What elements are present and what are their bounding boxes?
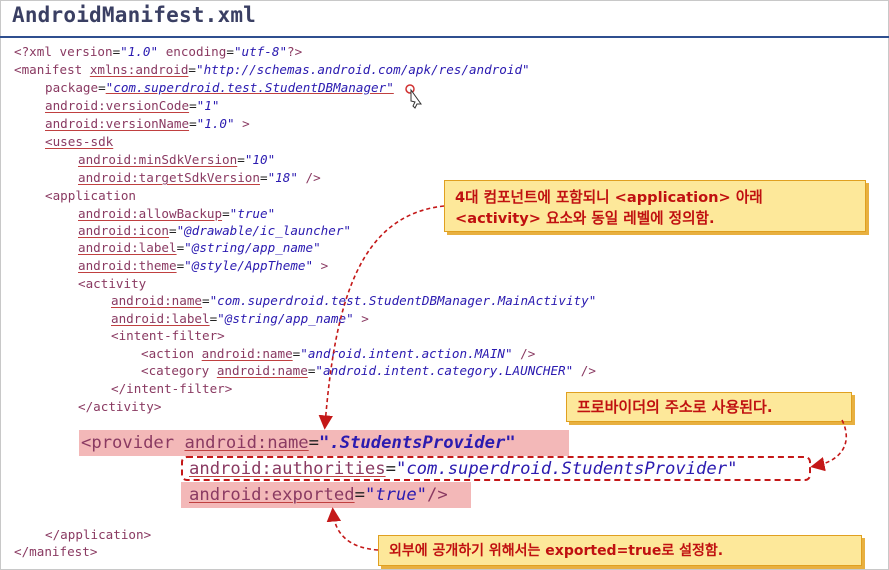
- annotation-arrows: [318, 205, 847, 551]
- mouse-cursor-icon: [405, 84, 422, 109]
- arrow-to-provider: [318, 205, 445, 430]
- arrow-to-authorities: [810, 419, 847, 472]
- arrow-to-exported: [326, 507, 379, 551]
